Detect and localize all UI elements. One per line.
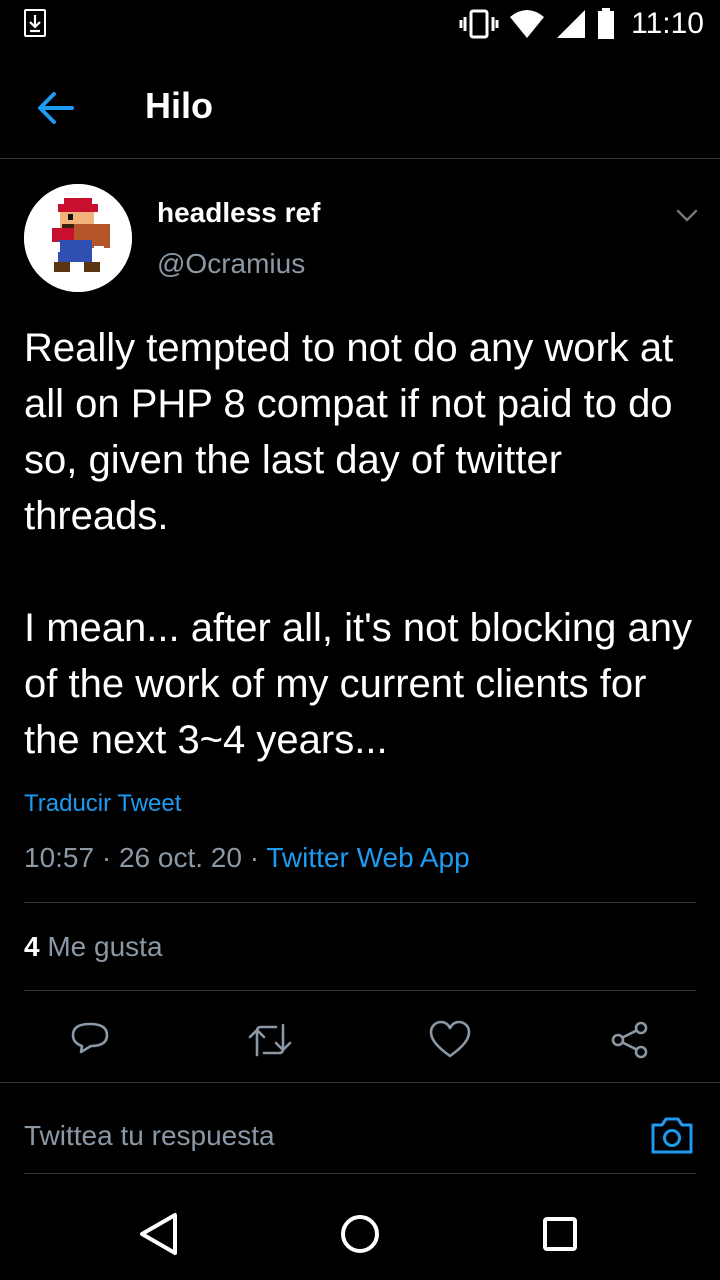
actions-divider	[0, 1082, 720, 1083]
translate-tweet-link[interactable]: Traducir Tweet	[24, 790, 181, 818]
author-handle[interactable]: @Ocramius	[157, 248, 305, 280]
arrow-left-icon	[38, 92, 74, 124]
author-name[interactable]: headless ref	[157, 197, 320, 229]
wifi-icon	[510, 10, 545, 38]
tweet-date: 26 oct. 20	[118, 842, 242, 873]
retweet-icon	[248, 1023, 292, 1057]
status-time: 11:10	[631, 7, 704, 40]
like-count-label: Me gusta	[47, 931, 163, 962]
reply-input[interactable]: Twittea tu respuesta	[24, 1120, 275, 1152]
likes-divider	[24, 990, 696, 991]
download-icon	[24, 9, 46, 37]
header-divider	[0, 158, 720, 159]
back-triangle-icon	[140, 1213, 177, 1255]
meta-separator: ·	[241, 842, 267, 873]
camera-button[interactable]	[648, 1111, 696, 1159]
recents-square-icon	[543, 1217, 577, 1251]
avatar[interactable]	[24, 184, 132, 292]
share-button[interactable]	[602, 1012, 658, 1068]
tweet-options-button[interactable]	[672, 200, 702, 230]
mario-avatar-icon	[24, 184, 132, 292]
retweet-button[interactable]	[242, 1012, 298, 1068]
meta-separator: ·	[94, 842, 119, 873]
chevron-down-icon	[676, 209, 698, 222]
nav-recents-button[interactable]	[530, 1204, 590, 1264]
tweet-time: 10:57	[24, 842, 95, 873]
share-icon	[611, 1021, 648, 1059]
home-circle-icon	[341, 1215, 379, 1253]
meta-divider	[24, 902, 696, 903]
like-icon	[429, 1020, 471, 1058]
likes-count[interactable]: 4 Me gusta	[24, 931, 163, 963]
status-bar: 11:10	[0, 0, 720, 48]
tweet-source-link[interactable]: Twitter Web App	[266, 842, 469, 873]
tweet-meta: 10:57 · 26 oct. 20 · Twitter Web App	[24, 842, 470, 874]
camera-icon	[651, 1117, 693, 1154]
nav-home-button[interactable]	[330, 1204, 390, 1264]
nav-back-button[interactable]	[130, 1204, 190, 1264]
top-app-bar: Hilo	[0, 60, 720, 158]
reply-button[interactable]	[62, 1012, 118, 1068]
system-nav-bar	[0, 1174, 720, 1280]
signal-icon	[557, 10, 586, 38]
tweet-actions	[0, 1012, 720, 1068]
reply-icon	[71, 1022, 109, 1054]
tweet-text: Really tempted to not do any work at all…	[24, 326, 692, 762]
battery-icon	[598, 8, 615, 39]
vibrate-icon	[459, 9, 499, 39]
page-title: Hilo	[145, 85, 213, 126]
like-button[interactable]	[422, 1012, 478, 1068]
like-count-number: 4	[24, 931, 40, 962]
back-button[interactable]	[30, 82, 82, 134]
reply-composer: Twittea tu respuesta	[0, 1084, 720, 1174]
